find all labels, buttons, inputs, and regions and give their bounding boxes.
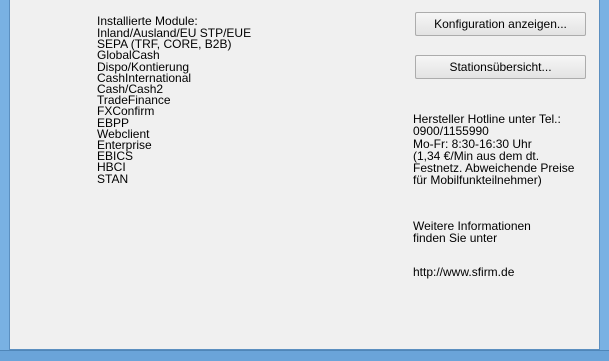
- station-overview-button[interactable]: Stationsübersicht...: [415, 55, 586, 79]
- show-configuration-button[interactable]: Konfiguration anzeigen...: [415, 12, 586, 36]
- hotline-info-text: Hersteller Hotline unter Tel.: 0900/1155…: [413, 112, 575, 188]
- more-info-text: Weitere Informationen finden Sie unter: [413, 219, 531, 246]
- dialog-client-area: Installierte Module: Inland/Ausland/EU S…: [9, 0, 600, 350]
- installed-modules-list: Inland/Ausland/EU STP/EUE SEPA (TRF, CORE…: [97, 27, 251, 186]
- module-list-item: STAN: [97, 171, 129, 186]
- dialog-window: Installierte Module: Inland/Ausland/EU S…: [0, 0, 609, 361]
- window-frame-bottom: [0, 350, 609, 361]
- window-frame-right: [599, 0, 609, 353]
- website-url: http://www.sfirm.de: [413, 265, 515, 279]
